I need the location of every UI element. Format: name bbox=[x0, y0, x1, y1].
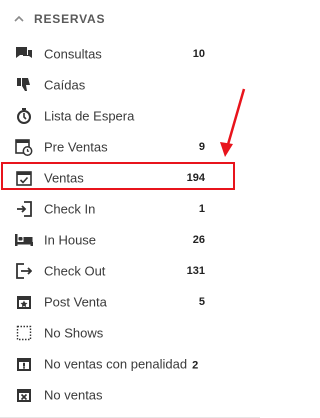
count-badge: 194 bbox=[186, 171, 205, 184]
menu-item-no-shows[interactable]: No Shows bbox=[0, 317, 260, 348]
calendar-clock-icon bbox=[15, 138, 33, 156]
menu-item-pre-ventas[interactable]: Pre Ventas 9 bbox=[0, 131, 260, 162]
menu-item-label: Pre Ventas bbox=[44, 139, 108, 154]
count-badge: 10 bbox=[192, 47, 205, 60]
menu-item-consultas[interactable]: Consultas 10 bbox=[0, 38, 260, 69]
menu-item-label: Caídas bbox=[44, 77, 86, 92]
menu-item-in-house[interactable]: In House 26 bbox=[0, 224, 260, 255]
menu-item-label: Consultas bbox=[44, 46, 102, 61]
dotted-square-icon bbox=[15, 324, 33, 342]
menu-item-label: In House bbox=[44, 232, 97, 247]
menu-item-ventas[interactable]: Ventas 194 bbox=[0, 162, 260, 193]
menu-item-label: No Shows bbox=[44, 325, 104, 340]
reservas-menu: Consultas 10 Caídas Lista de Espera Pre … bbox=[0, 38, 260, 410]
calendar-star-icon bbox=[15, 293, 33, 311]
count-badge: 2 bbox=[192, 359, 199, 371]
menu-item-label: No ventas con penalidad 2 bbox=[44, 356, 199, 371]
section-header-reservas[interactable]: RESERVAS bbox=[14, 10, 105, 28]
calendar-x-icon bbox=[15, 386, 33, 404]
menu-item-no-ventas[interactable]: No ventas bbox=[0, 379, 260, 410]
count-badge: 9 bbox=[198, 140, 205, 153]
calendar-exclamation-icon bbox=[15, 355, 33, 373]
chat-bubbles-icon bbox=[15, 45, 33, 63]
menu-item-no-ventas-con-penalidad[interactable]: No ventas con penalidad 2 bbox=[0, 348, 260, 379]
chevron-up-icon bbox=[14, 14, 24, 24]
count-badge: 131 bbox=[186, 264, 205, 277]
menu-item-label: No ventas bbox=[44, 387, 103, 402]
menu-item-label: Check Out bbox=[44, 263, 106, 278]
count-badge: 26 bbox=[192, 233, 205, 246]
bed-icon bbox=[15, 231, 33, 249]
menu-item-label: Post Venta bbox=[44, 294, 107, 309]
count-badge: 5 bbox=[198, 295, 205, 308]
stopwatch-icon bbox=[15, 107, 33, 125]
menu-item-label: Ventas bbox=[44, 170, 84, 185]
sign-out-icon bbox=[15, 262, 33, 280]
menu-item-check-out[interactable]: Check Out 131 bbox=[0, 255, 260, 286]
thumbs-down-icon bbox=[15, 76, 33, 94]
menu-item-lista-de-espera[interactable]: Lista de Espera bbox=[0, 100, 260, 131]
menu-item-label: Check In bbox=[44, 201, 96, 216]
menu-item-label: Lista de Espera bbox=[44, 108, 135, 123]
calendar-check-icon bbox=[15, 169, 33, 187]
menu-item-post-venta[interactable]: Post Venta 5 bbox=[0, 286, 260, 317]
sign-in-icon bbox=[15, 200, 33, 218]
count-badge: 1 bbox=[198, 202, 205, 215]
menu-item-caidas[interactable]: Caídas bbox=[0, 69, 260, 100]
menu-item-check-in[interactable]: Check In 1 bbox=[0, 193, 260, 224]
section-title: RESERVAS bbox=[34, 12, 106, 26]
